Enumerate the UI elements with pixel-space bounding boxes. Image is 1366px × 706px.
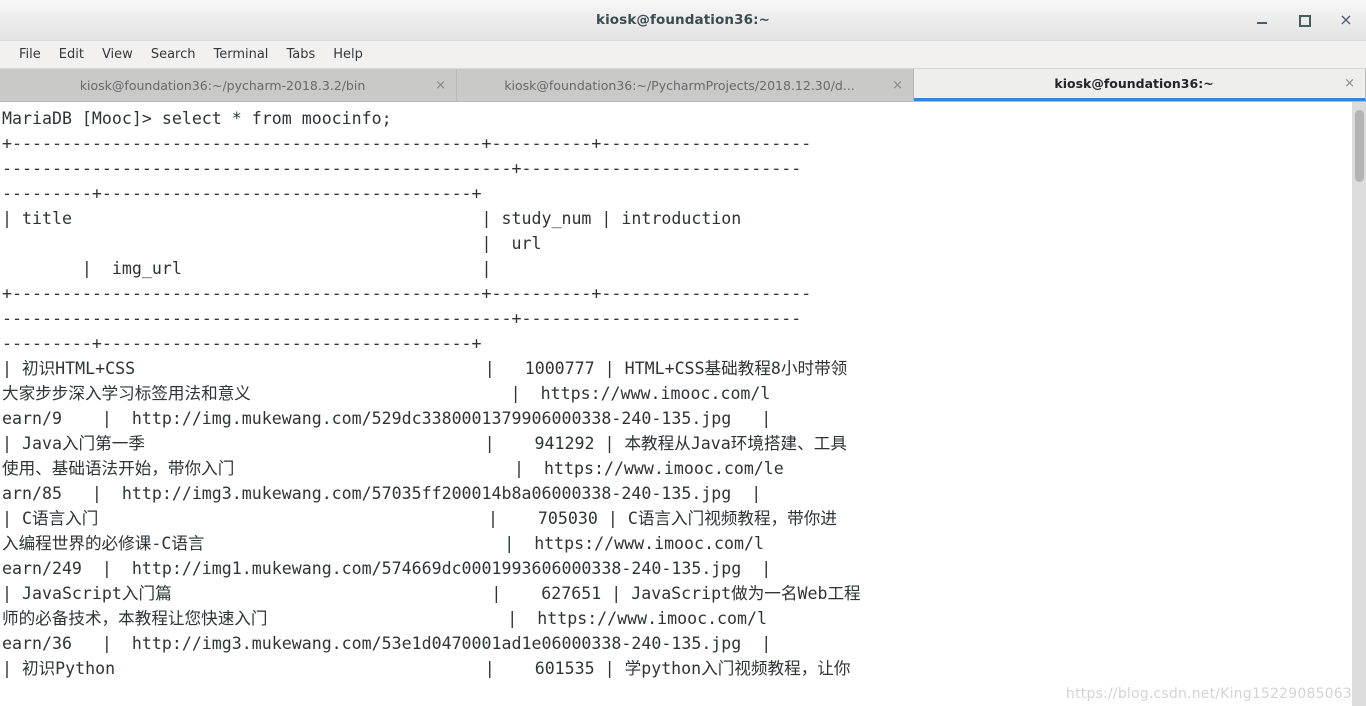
terminal-line: earn/9 | http://img.mukewang.com/529dc33… bbox=[2, 409, 772, 428]
terminal-line: 大家步步深入学习标签用法和意义 | https://www.imooc.com/… bbox=[2, 384, 771, 403]
close-button[interactable]: × bbox=[1338, 12, 1354, 28]
title-bar: kiosk@foundation36:~ × bbox=[0, 0, 1366, 41]
window-title: kiosk@foundation36:~ bbox=[596, 12, 770, 28]
terminal-line: | C语言入门 | 705030 | C语言入门视频教程，带你进 bbox=[2, 509, 837, 528]
scrollbar-thumb[interactable] bbox=[1355, 110, 1364, 182]
menu-item-view[interactable]: View bbox=[93, 45, 142, 64]
tab-close-icon[interactable]: × bbox=[1344, 77, 1355, 90]
menu-item-help[interactable]: Help bbox=[324, 45, 372, 64]
terminal-line: MariaDB [Mooc]> select * from moocinfo; bbox=[2, 109, 392, 128]
menu-bar: File Edit View Search Terminal Tabs Help bbox=[0, 41, 1366, 69]
menu-item-search[interactable]: Search bbox=[142, 45, 205, 64]
terminal-line: earn/36 | http://img3.mukewang.com/53e1d… bbox=[2, 634, 772, 653]
tab-label: kiosk@foundation36:~/pycharm-2018.3.2/bi… bbox=[79, 77, 366, 93]
terminal-line: ---------+------------------------------… bbox=[2, 334, 482, 353]
terminal-line: | JavaScript入门篇 | 627651 | JavaScript做为一… bbox=[2, 584, 861, 603]
terminal-line: 师的必备技术，本教程让您快速入门 | https://www.imooc.com… bbox=[2, 609, 768, 628]
terminal-line: | 初识Python | 601535 | 学python入门视频教程，让你 bbox=[2, 659, 851, 678]
terminal-line: ----------------------------------------… bbox=[2, 159, 802, 178]
terminal-scrollbar[interactable] bbox=[1352, 102, 1366, 706]
tab-close-icon[interactable]: × bbox=[435, 79, 446, 92]
menu-item-terminal[interactable]: Terminal bbox=[204, 45, 277, 64]
tab-bar: kiosk@foundation36:~/pycharm-2018.3.2/bi… bbox=[0, 69, 1366, 102]
menu-item-file[interactable]: File bbox=[10, 45, 50, 64]
terminal-line: | title | study_num | introduction bbox=[2, 209, 742, 228]
terminal-line: | 初识HTML+CSS | 1000777 | HTML+CSS基础教程8小时… bbox=[2, 359, 848, 378]
maximize-button[interactable] bbox=[1296, 12, 1312, 28]
tab-label: kiosk@foundation36:~/PycharmProjects/201… bbox=[504, 77, 855, 93]
terminal-line: 入编程世界的必修课-C语言 | https://www.imooc.com/l bbox=[2, 534, 764, 553]
tab-close-icon[interactable]: × bbox=[892, 79, 903, 92]
tab-pycharm-projects[interactable]: kiosk@foundation36:~/PycharmProjects/201… bbox=[457, 69, 914, 101]
terminal-line: +---------------------------------------… bbox=[2, 134, 812, 153]
terminal-line: arn/85 | http://img3.mukewang.com/57035f… bbox=[2, 484, 762, 503]
terminal-line: +---------------------------------------… bbox=[2, 284, 812, 303]
terminal-line: | url bbox=[2, 234, 542, 253]
terminal-line: | Java入门第一季 | 941292 | 本教程从Java环境搭建、工具 bbox=[2, 434, 847, 453]
window-controls: × bbox=[1254, 0, 1354, 40]
menu-item-edit[interactable]: Edit bbox=[50, 45, 93, 64]
terminal-line: | img_url | bbox=[2, 259, 492, 278]
menu-item-tabs[interactable]: Tabs bbox=[277, 45, 324, 64]
terminal-line: ---------+------------------------------… bbox=[2, 184, 482, 203]
tab-pycharm-bin[interactable]: kiosk@foundation36:~/pycharm-2018.3.2/bi… bbox=[0, 69, 457, 101]
terminal-window: kiosk@foundation36:~ × File Edit View Se… bbox=[0, 0, 1366, 706]
minimize-button[interactable] bbox=[1254, 12, 1270, 28]
tab-label: kiosk@foundation36:~ bbox=[1054, 76, 1214, 91]
terminal-line: earn/249 | http://img1.mukewang.com/5746… bbox=[2, 559, 772, 578]
tab-home[interactable]: kiosk@foundation36:~ × bbox=[914, 69, 1366, 101]
terminal-line: 使用、基础语法开始，带你入门 | https://www.imooc.com/l… bbox=[2, 459, 784, 478]
terminal-output[interactable]: MariaDB [Mooc]> select * from moocinfo; +… bbox=[0, 102, 1352, 706]
terminal-line: ----------------------------------------… bbox=[2, 309, 802, 328]
terminal-body: MariaDB [Mooc]> select * from moocinfo; +… bbox=[0, 102, 1366, 706]
